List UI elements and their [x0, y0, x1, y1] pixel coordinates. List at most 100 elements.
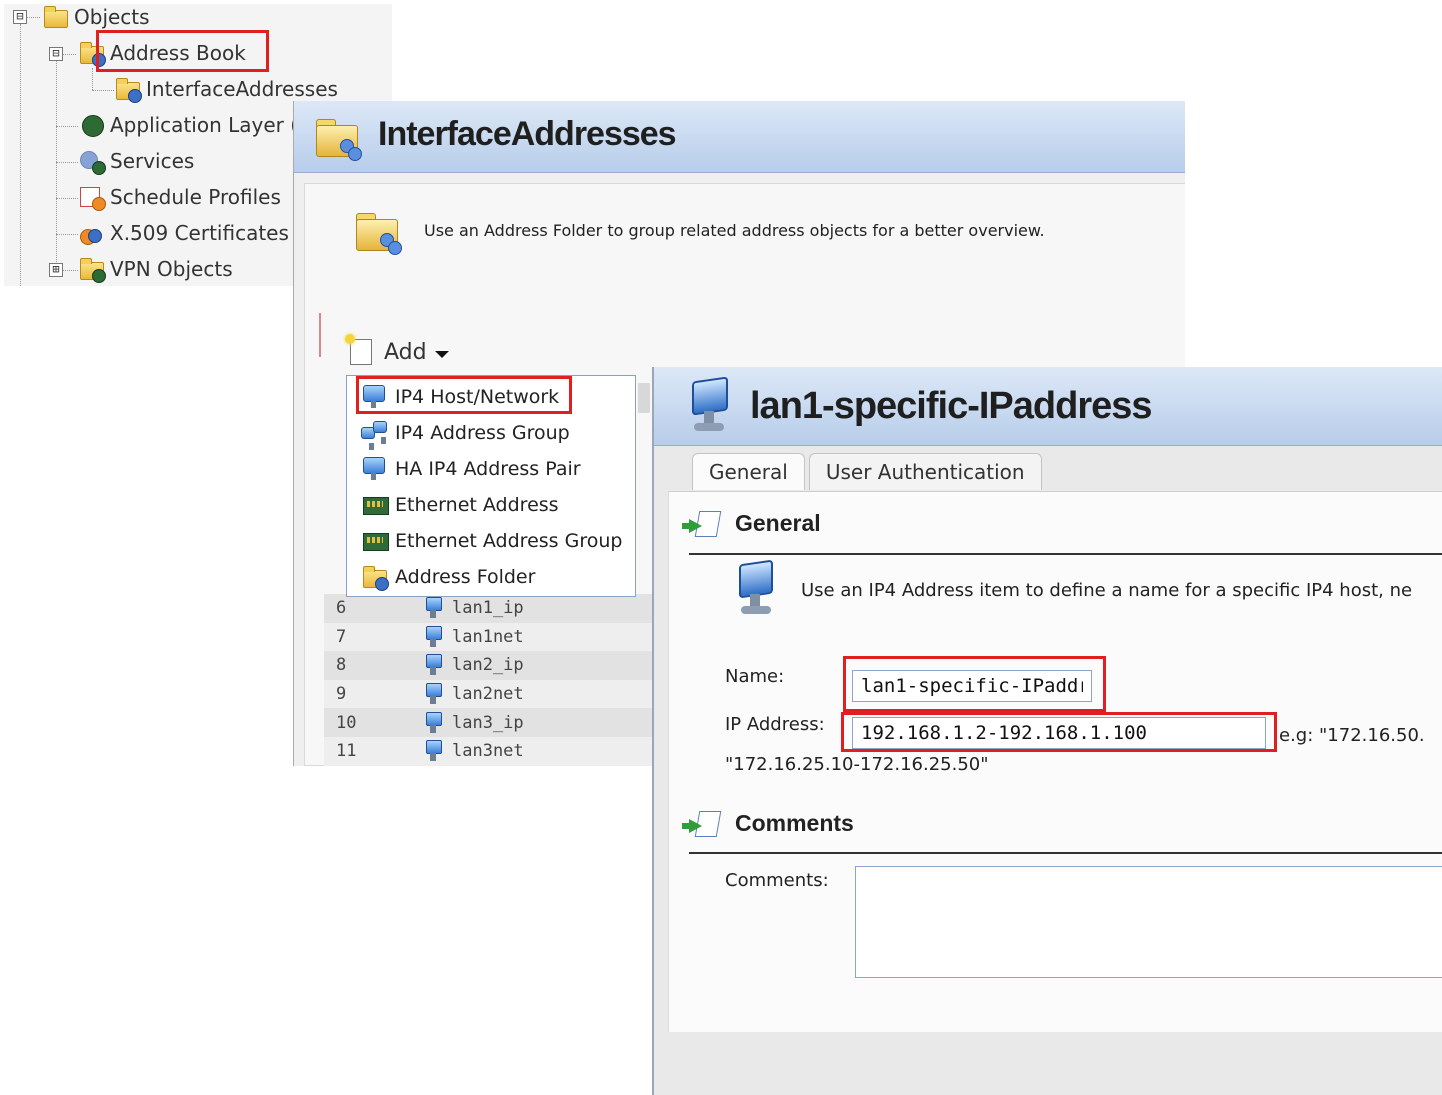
- address-folder-icon: [356, 211, 404, 255]
- collapse-icon[interactable]: ⊟: [49, 47, 63, 61]
- menu-item-ethernet-address-group[interactable]: Ethernet Address Group: [361, 526, 622, 556]
- menu-item-ethernet-address[interactable]: Ethernet Address: [361, 490, 559, 520]
- tree-line: [62, 54, 76, 55]
- tree-line: [56, 198, 78, 199]
- host-network-icon: [361, 385, 387, 409]
- collapse-icon[interactable]: ⊟: [13, 10, 27, 24]
- tree-item-label: InterfaceAddresses: [146, 77, 338, 101]
- row-name: lan2net: [452, 684, 524, 705]
- row-name: lan3_ip: [452, 712, 524, 733]
- new-document-icon: [345, 334, 372, 365]
- table-row[interactable]: 10 lan3_ip: [324, 708, 654, 737]
- tree-line: [92, 68, 93, 90]
- host-monitor-icon: [690, 376, 730, 439]
- ethernet-group-icon: [361, 529, 389, 553]
- certificate-icon: [78, 221, 104, 245]
- table-row[interactable]: 6 lan1_ip: [324, 594, 654, 623]
- tree-line: [26, 17, 40, 18]
- tree-line: [92, 90, 114, 91]
- host-icon: [424, 711, 442, 734]
- menu-item-label: Address Folder: [395, 566, 536, 588]
- table-row[interactable]: 8 lan2_ip: [324, 651, 654, 680]
- section-title: Comments: [735, 810, 854, 836]
- menu-item-ha-ip4-address-pair[interactable]: HA IP4 Address Pair: [361, 454, 581, 484]
- host-icon: [424, 740, 442, 762]
- comments-textarea[interactable]: [855, 866, 1442, 978]
- row-number: 9: [336, 684, 347, 705]
- window-header: InterfaceAddresses: [294, 101, 1185, 173]
- tree-item-label: X.509 Certificates: [110, 221, 289, 245]
- tree-line: [56, 234, 78, 235]
- add-label: Add: [384, 339, 427, 365]
- row-name: lan1_ip: [452, 598, 524, 619]
- menu-item-ip4-host-network[interactable]: IP4 Host/Network: [361, 382, 559, 412]
- name-label: Name:: [725, 666, 785, 687]
- application-layer-icon: [78, 113, 104, 137]
- section-title: General: [735, 510, 821, 536]
- tab-bar: General User Authentication: [692, 453, 1046, 491]
- form-body: General Use an IP4 Address item to defin…: [668, 491, 1442, 1032]
- ha-pair-icon: [361, 457, 387, 481]
- row-number: 7: [336, 626, 347, 647]
- row-name: lan2_ip: [452, 655, 524, 676]
- address-folder-icon: [114, 77, 142, 103]
- tree-line: [56, 162, 78, 163]
- host-icon: [424, 625, 442, 648]
- list-header-stub: [638, 383, 650, 413]
- menu-item-address-folder[interactable]: Address Folder: [361, 562, 535, 592]
- row-number: 6: [336, 598, 347, 619]
- section-arrow-icon: [682, 510, 722, 537]
- section-arrow-icon: [682, 810, 722, 837]
- tab-user-authentication[interactable]: User Authentication: [808, 453, 1042, 490]
- folder-icon: [42, 5, 68, 29]
- address-list: 6 lan1_ip 7 lan1net 8 lan2_ip 9 lan2net 10 la…: [324, 594, 654, 766]
- ethernet-icon: [361, 493, 389, 517]
- page-title: lan1-specific-IPaddress: [750, 385, 1153, 427]
- name-field[interactable]: [852, 670, 1092, 702]
- row-number: 11: [336, 741, 357, 762]
- tree-item-label: Objects: [74, 5, 150, 29]
- section-comments: Comments: [682, 810, 854, 837]
- tree-item-certificates[interactable]: X.509 Certificates: [78, 218, 289, 248]
- table-row[interactable]: 7 lan1net: [324, 622, 654, 652]
- tree-line: [56, 126, 78, 127]
- menu-item-label: IP4 Address Group: [395, 422, 570, 444]
- tree-item-label: Schedule Profiles: [110, 185, 281, 209]
- window-header: lan1-specific-IPaddress: [654, 367, 1442, 446]
- tree-item-label: VPN Objects: [110, 257, 233, 281]
- host-icon: [424, 654, 442, 676]
- tree-line: [62, 270, 78, 271]
- menu-item-label: IP4 Host/Network: [395, 386, 560, 408]
- host-monitor-icon: [735, 559, 775, 626]
- ip-example-text: e.g: "172.16.50.: [1279, 725, 1425, 746]
- tree-item-label: Application Layer (: [110, 113, 299, 137]
- table-row[interactable]: 9 lan2net: [324, 679, 654, 709]
- tree-item-vpn-objects[interactable]: VPN Objects: [78, 254, 233, 284]
- menu-item-ip4-address-group[interactable]: IP4 Address Group: [361, 418, 570, 450]
- table-row[interactable]: 11 lan3net: [324, 736, 654, 766]
- tab-general[interactable]: General: [692, 453, 805, 490]
- tree-item-services[interactable]: Services: [78, 146, 194, 176]
- section-divider: [689, 852, 1442, 854]
- row-name: lan1net: [452, 626, 524, 647]
- host-icon: [424, 597, 442, 619]
- host-icon: [424, 683, 442, 705]
- row-name: lan3net: [452, 741, 524, 762]
- tree-item-objects[interactable]: Objects: [42, 2, 150, 32]
- ip-address-field[interactable]: [852, 717, 1266, 749]
- expand-icon[interactable]: ⊞: [49, 263, 63, 277]
- tree-item-interface-addresses[interactable]: InterfaceAddresses: [114, 74, 338, 104]
- tree-item-application-layer[interactable]: Application Layer (: [78, 110, 298, 140]
- services-icon: [78, 149, 106, 175]
- tree-item-address-book[interactable]: Address Book: [78, 38, 246, 68]
- tree-item-schedule-profiles[interactable]: Schedule Profiles: [78, 182, 281, 212]
- tree-item-label: Address Book: [110, 41, 246, 65]
- tree-line: [56, 60, 57, 270]
- add-button[interactable]: Add: [345, 334, 449, 365]
- address-book-folder-icon: [78, 41, 106, 67]
- row-number: 10: [336, 712, 357, 733]
- address-group-icon: [361, 421, 387, 450]
- address-folder-icon: [316, 117, 364, 161]
- comments-label: Comments:: [725, 870, 829, 891]
- folder-icon: [78, 257, 106, 283]
